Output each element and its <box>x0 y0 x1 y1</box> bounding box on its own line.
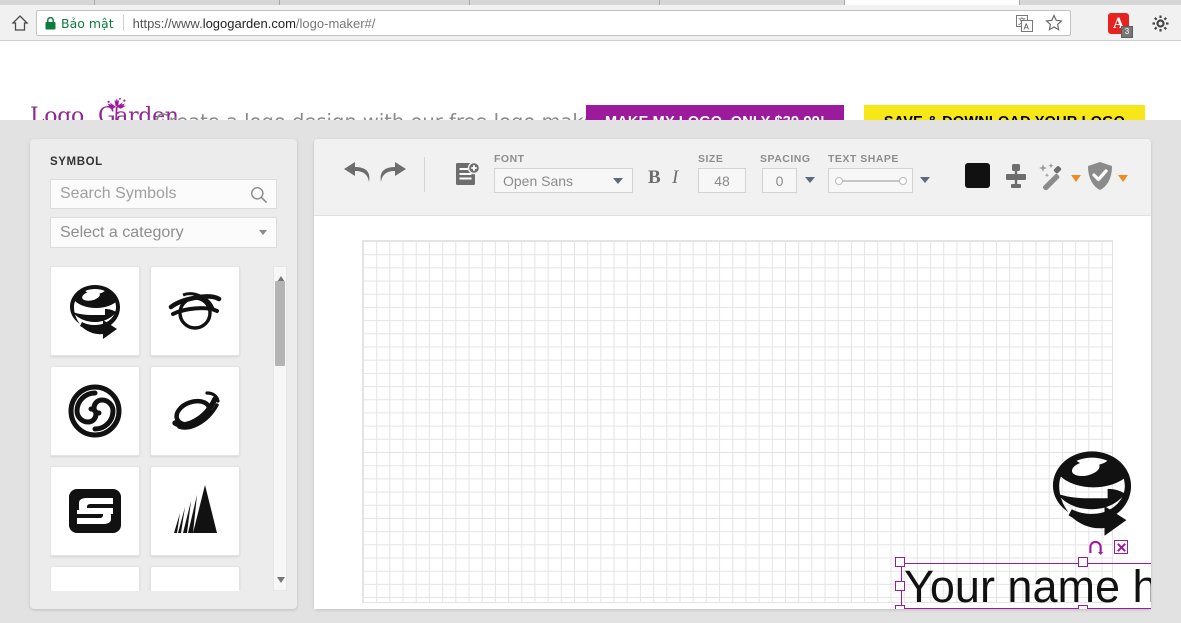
italic-button[interactable]: I <box>672 167 678 189</box>
slider-knob-left[interactable] <box>835 177 843 185</box>
size-label: SIZE <box>698 153 724 165</box>
spiral-circle-symbol <box>68 384 122 438</box>
rotate-handle-icon[interactable] <box>1087 538 1104 560</box>
redo-arrow-icon[interactable] <box>378 161 408 190</box>
toolbar-divider <box>424 157 425 192</box>
symbol-tile-swoosh-oval[interactable] <box>150 366 240 456</box>
url-scheme: https://www. <box>132 15 203 31</box>
font-select-value: Open Sans <box>503 172 574 189</box>
building-spire-symbol <box>174 485 217 533</box>
browser-toolbar: Bảo mật https://www.logogarden.com/logo-… <box>0 5 1181 41</box>
lock-icon <box>45 16 56 30</box>
globe-sphere-arrow-symbol <box>70 285 120 339</box>
text-shape-slider[interactable] <box>828 168 913 193</box>
color-swatch-icon[interactable] <box>965 163 990 188</box>
category-select[interactable]: Select a category <box>50 217 277 248</box>
symbol-tile-globe-sphere-arrow[interactable] <box>50 266 140 356</box>
url-path: /logo-maker#/ <box>295 15 376 31</box>
symbol-tile-orbit-swoosh[interactable] <box>150 266 240 356</box>
url-host: logogarden.com <box>202 15 296 31</box>
category-select-value: Select a category <box>60 223 184 241</box>
canvas-symbol-object[interactable] <box>1042 442 1142 542</box>
chevron-down-icon[interactable] <box>805 177 815 183</box>
bold-button[interactable]: B <box>648 167 661 189</box>
chevron-down-icon <box>259 230 267 235</box>
delete-x-icon[interactable] <box>1114 540 1128 554</box>
spacing-input[interactable] <box>763 169 796 192</box>
shield-check-icon[interactable] <box>1086 161 1114 196</box>
symbol-row <box>50 466 277 556</box>
stamp-align-icon[interactable] <box>1004 163 1028 194</box>
undo-arrow-icon[interactable] <box>342 161 372 190</box>
triangle-down-icon[interactable] <box>277 570 285 588</box>
chevron-down-icon[interactable] <box>1071 175 1081 182</box>
star-icon[interactable] <box>1045 14 1063 37</box>
cat-symbol <box>163 579 227 591</box>
svg-text:A: A <box>1024 23 1030 32</box>
font-select[interactable]: Open Sans <box>494 168 633 193</box>
security-status-label: Bảo mật <box>61 15 114 31</box>
canvas-area: Your name here <box>314 216 1151 609</box>
size-input[interactable] <box>699 169 745 192</box>
translate-icon[interactable]: 文 A <box>1016 15 1033 37</box>
site-header: LogoGarden Create a logo design with our… <box>0 42 1181 138</box>
symbol-tile-butterfly-bow[interactable] <box>50 566 140 591</box>
symbol-tile-building-spire[interactable] <box>150 466 240 556</box>
page-body: SYMBOL Select a category <box>0 120 1181 623</box>
slider-knob-right[interactable] <box>899 177 907 185</box>
logo-editor-panel: FONT Open Sans B I SIZE SPACING TEXT SHA… <box>314 139 1151 609</box>
symbol-tile-spiral-circle[interactable] <box>50 366 140 456</box>
text-shape-label: TEXT SHAPE <box>828 153 899 165</box>
symbol-row <box>50 266 277 356</box>
slider-track <box>838 180 904 182</box>
extension-badge: 3 <box>1121 26 1133 38</box>
chevron-down-icon[interactable] <box>1118 175 1128 182</box>
size-field[interactable] <box>698 168 746 193</box>
chrome-menu-icon[interactable] <box>1152 15 1169 37</box>
s-badge-square-symbol <box>69 489 121 533</box>
butterfly-bow-symbol <box>63 579 127 591</box>
omnibox-divider <box>122 15 124 31</box>
add-text-icon[interactable] <box>454 161 481 192</box>
symbol-search-field[interactable] <box>50 179 277 209</box>
symbol-tile-s-badge-square[interactable] <box>50 466 140 556</box>
resize-handle-top-center[interactable] <box>1078 557 1088 567</box>
logo-text[interactable]: Your name here <box>904 564 1151 609</box>
search-icon[interactable] <box>250 186 268 209</box>
symbol-row <box>50 366 277 456</box>
orbit-swoosh-symbol <box>168 292 222 330</box>
font-label: FONT <box>494 153 525 165</box>
resize-handle-bottom-center[interactable] <box>1078 605 1088 609</box>
symbol-tile-cat[interactable] <box>150 566 240 591</box>
symbol-row <box>50 566 277 591</box>
spacing-label: SPACING <box>760 153 811 165</box>
url-text: https://www.logogarden.com/logo-maker#/ <box>133 16 376 31</box>
design-canvas[interactable]: Your name here <box>362 240 1151 609</box>
magic-wand-icon[interactable] <box>1038 162 1066 195</box>
symbol-panel-heading: SYMBOL <box>50 156 103 168</box>
chevron-down-icon <box>613 178 623 184</box>
swoosh-oval-symbol <box>172 391 220 430</box>
home-icon[interactable] <box>6 9 34 37</box>
symbol-grid-scrollbar[interactable] <box>273 266 287 591</box>
symbol-panel: SYMBOL Select a category <box>30 139 297 609</box>
chevron-down-icon[interactable] <box>920 177 930 183</box>
editor-toolbar: FONT Open Sans B I SIZE SPACING TEXT SHA… <box>314 139 1151 216</box>
symbol-grid <box>50 266 277 591</box>
address-bar[interactable]: Bảo mật https://www.logogarden.com/logo-… <box>36 10 1071 36</box>
resize-handle-middle-left[interactable] <box>895 581 905 591</box>
canvas-text-object[interactable]: Your name here <box>895 557 1151 609</box>
search-input[interactable] <box>51 184 241 204</box>
spacing-field[interactable] <box>762 168 797 193</box>
scrollbar-thumb[interactable] <box>275 281 285 366</box>
resize-handle-bottom-left[interactable] <box>895 605 905 609</box>
resize-handle-top-left[interactable] <box>895 557 905 567</box>
